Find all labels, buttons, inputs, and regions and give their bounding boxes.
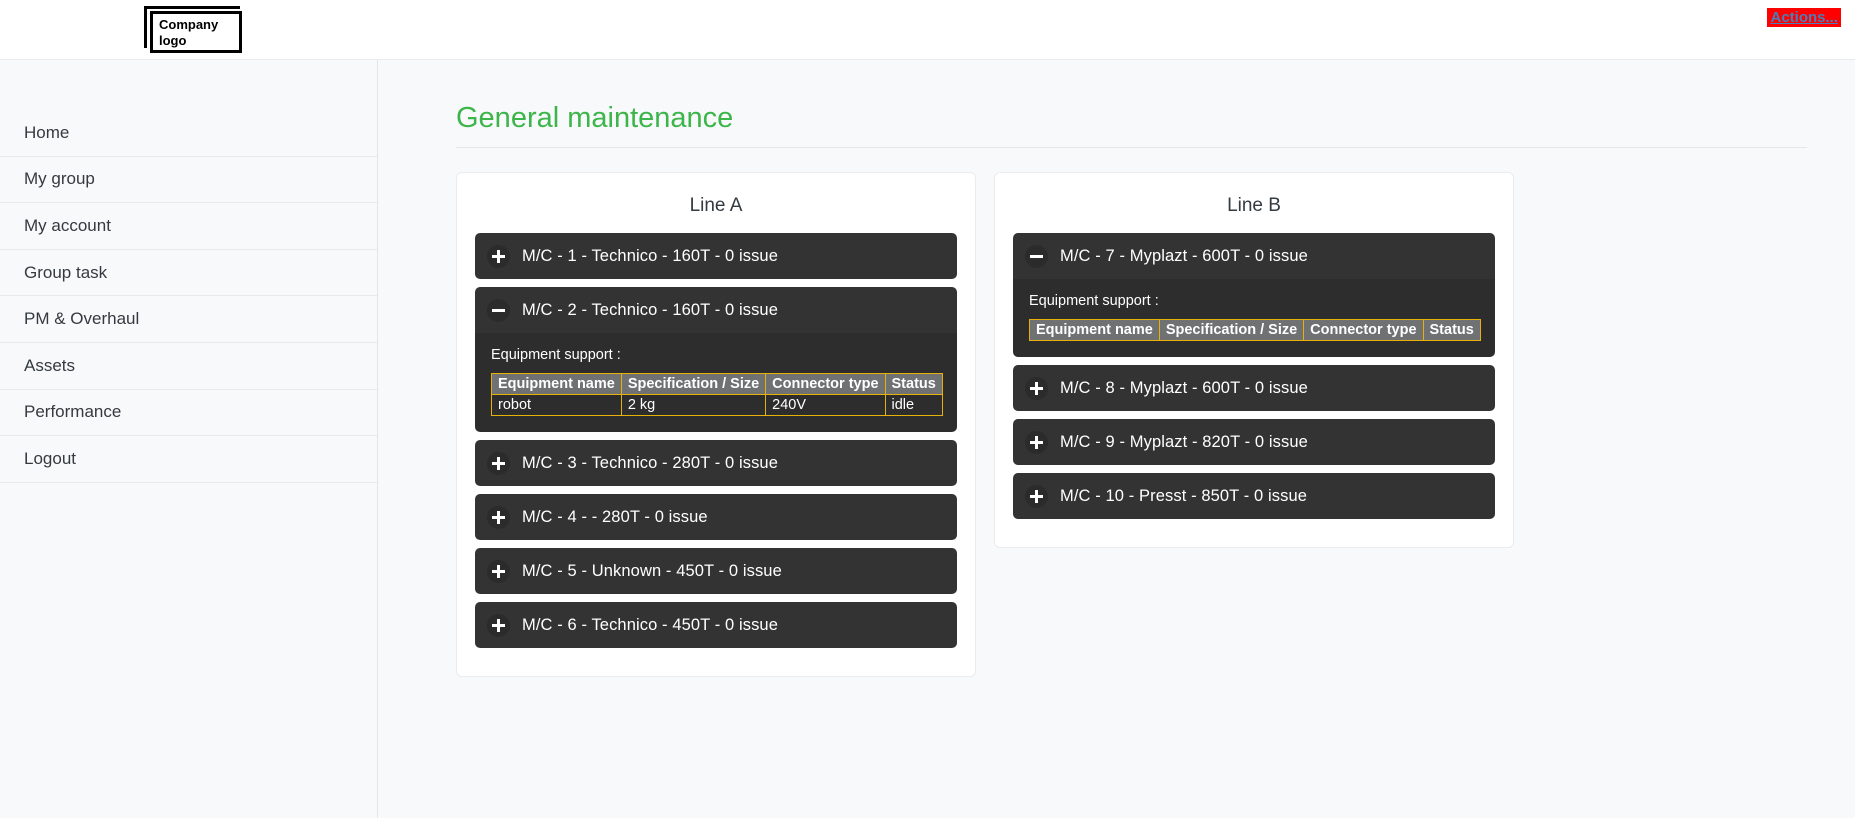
machine-toggle-row[interactable]: M/C - 1 - Technico - 160T - 0 issue	[475, 233, 957, 279]
machine-label: M/C - 9 - Myplazt - 820T - 0 issue	[1060, 432, 1308, 451]
plus-icon[interactable]	[487, 559, 510, 583]
machine-toggle-row[interactable]: M/C - 2 - Technico - 160T - 0 issue	[475, 287, 957, 333]
table-header-cell: Connector type	[765, 373, 886, 395]
machine-group: M/C - 2 - Technico - 160T - 0 issue Equip…	[475, 287, 957, 432]
sidebar-item-label: My group	[24, 169, 95, 189]
table-header-row: Equipment name Specification / Size Connec…	[491, 373, 943, 395]
table-header-cell: Connector type	[1303, 319, 1424, 341]
plus-icon[interactable]	[1025, 430, 1048, 454]
minus-icon[interactable]	[487, 298, 510, 322]
machine-label: M/C - 1 - Technico - 160T - 0 issue	[522, 246, 778, 265]
table-cell: idle	[884, 394, 943, 416]
line-card-line-a: Line A M/C - 1 - Technico - 160T - 0 issu…	[456, 172, 976, 677]
logo-box: Company logo	[150, 11, 242, 53]
machine-group: M/C - 4 - - 280T - 0 issue	[475, 494, 957, 540]
machine-toggle-row[interactable]: M/C - 5 - Unknown - 450T - 0 issue	[475, 548, 957, 594]
minus-icon[interactable]	[1025, 244, 1048, 268]
sidebar-item-label: Logout	[24, 448, 76, 468]
machine-group: M/C - 10 - Presst - 850T - 0 issue	[1013, 473, 1495, 519]
table-header-row: Equipment name Specification / Size Connec…	[1029, 319, 1481, 341]
table-header-cell: Equipment name	[1029, 319, 1160, 341]
sidebar-nav: Home My group My account Group task PM & Ove…	[0, 60, 378, 818]
plus-icon[interactable]	[487, 505, 510, 529]
machine-group: M/C - 7 - Myplazt - 600T - 0 issue Equipm…	[1013, 233, 1495, 357]
plus-icon[interactable]	[487, 244, 510, 268]
plus-icon[interactable]	[487, 613, 510, 637]
table-header-cell: Equipment name	[491, 373, 622, 395]
actions-link[interactable]: Actions...	[1767, 8, 1841, 27]
table-cell: 2 kg	[620, 394, 767, 416]
table-header-cell: Status	[1422, 319, 1481, 341]
sidebar-item-label: Home	[24, 122, 70, 142]
machine-toggle-row[interactable]: M/C - 10 - Presst - 850T - 0 issue	[1013, 473, 1495, 519]
equipment-support-panel: Equipment support : Equipment name Specifi…	[1013, 279, 1495, 357]
table-header-cell: Specification / Size	[1158, 319, 1305, 341]
sidebar-item-home[interactable]: Home	[0, 110, 377, 157]
plus-icon[interactable]	[1025, 484, 1048, 508]
equipment-table: Equipment name Specification / Size Connec…	[1029, 319, 1481, 341]
sidebar-item-assets[interactable]: Assets	[0, 343, 377, 390]
table-cell: robot	[491, 394, 622, 416]
machine-label: M/C - 4 - - 280T - 0 issue	[522, 507, 708, 526]
machine-label: M/C - 7 - Myplazt - 600T - 0 issue	[1060, 246, 1308, 265]
company-logo: Company logo	[140, 6, 242, 53]
page-layout: Home My group My account Group task PM & Ove…	[0, 60, 1855, 818]
logo-line-2: logo	[159, 33, 187, 48]
equipment-table: Equipment name Specification / Size Connec…	[491, 373, 943, 416]
machine-group: M/C - 3 - Technico - 280T - 0 issue	[475, 440, 957, 486]
machine-toggle-row[interactable]: M/C - 4 - - 280T - 0 issue	[475, 494, 957, 540]
page-title: General maintenance	[456, 102, 734, 134]
machine-label: M/C - 3 - Technico - 280T - 0 issue	[522, 453, 778, 472]
machine-group: M/C - 1 - Technico - 160T - 0 issue	[475, 233, 957, 279]
machine-toggle-row[interactable]: M/C - 3 - Technico - 280T - 0 issue	[475, 440, 957, 486]
sidebar-item-group-task[interactable]: Group task	[0, 250, 377, 297]
machine-group: M/C - 5 - Unknown - 450T - 0 issue	[475, 548, 957, 594]
sidebar-item-pm-overhaul[interactable]: PM & Overhaul	[0, 296, 377, 343]
logo-line-1: Company	[159, 17, 219, 32]
table-header-cell: Status	[884, 373, 943, 395]
machine-toggle-row[interactable]: M/C - 6 - Technico - 450T - 0 issue	[475, 602, 957, 648]
table-row: robot 2 kg 240V idle	[491, 394, 943, 416]
machine-label: M/C - 10 - Presst - 850T - 0 issue	[1060, 486, 1308, 505]
line-cards-container: Line A M/C - 1 - Technico - 160T - 0 issu…	[456, 172, 1807, 677]
machine-label: M/C - 5 - Unknown - 450T - 0 issue	[522, 561, 782, 580]
machine-group: M/C - 8 - Myplazt - 600T - 0 issue	[1013, 365, 1495, 411]
sidebar-item-my-account[interactable]: My account	[0, 203, 377, 250]
machine-toggle-row[interactable]: M/C - 9 - Myplazt - 820T - 0 issue	[1013, 419, 1495, 465]
sidebar-item-label: Performance	[24, 402, 122, 422]
top-bar: Company logo Actions...	[0, 0, 1855, 60]
sidebar-item-label: Assets	[24, 355, 76, 375]
machine-label: M/C - 8 - Myplazt - 600T - 0 issue	[1060, 378, 1308, 397]
line-card-line-b: Line B M/C - 7 - Myplazt - 600T - 0 issue…	[994, 172, 1514, 548]
sidebar-item-label: PM & Overhaul	[24, 309, 140, 329]
sidebar-item-logout[interactable]: Logout	[0, 436, 377, 483]
title-divider	[456, 147, 1807, 148]
machine-label: M/C - 6 - Technico - 450T - 0 issue	[522, 615, 778, 634]
plus-icon[interactable]	[487, 451, 510, 475]
sidebar-item-performance[interactable]: Performance	[0, 390, 377, 437]
machine-group: M/C - 9 - Myplazt - 820T - 0 issue	[1013, 419, 1495, 465]
equipment-support-caption: Equipment support :	[1029, 293, 1159, 309]
plus-icon[interactable]	[1025, 376, 1048, 400]
line-card-title: Line B	[1227, 195, 1281, 216]
machine-label: M/C - 2 - Technico - 160T - 0 issue	[522, 300, 778, 319]
equipment-support-caption: Equipment support :	[491, 347, 621, 363]
sidebar-item-my-group[interactable]: My group	[0, 157, 377, 204]
table-cell: 240V	[765, 394, 886, 416]
machine-toggle-row[interactable]: M/C - 8 - Myplazt - 600T - 0 issue	[1013, 365, 1495, 411]
table-header-cell: Specification / Size	[620, 373, 767, 395]
sidebar-item-label: My account	[24, 215, 111, 235]
machine-toggle-row[interactable]: M/C - 7 - Myplazt - 600T - 0 issue	[1013, 233, 1495, 279]
equipment-support-panel: Equipment support : Equipment name Specifi…	[475, 333, 957, 432]
main-content: General maintenance Line A M/C - 1 - Tech…	[378, 60, 1855, 818]
machine-group: M/C - 6 - Technico - 450T - 0 issue	[475, 602, 957, 648]
line-card-title: Line A	[689, 195, 743, 216]
sidebar-item-label: Group task	[24, 262, 108, 282]
